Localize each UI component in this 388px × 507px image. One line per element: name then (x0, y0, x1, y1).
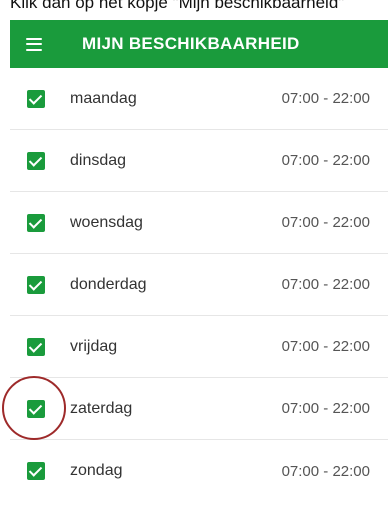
availability-list: maandag 07:00 - 22:00 dinsdag 07:00 - 22… (10, 68, 388, 502)
time-range[interactable]: 07:00 - 22:00 (282, 214, 370, 231)
time-from: 07:00 (281, 214, 320, 231)
day-label: woensdag (70, 213, 143, 231)
checkbox-checked-icon[interactable] (27, 275, 45, 294)
checkbox-checked-icon[interactable] (27, 151, 45, 170)
availability-row-zondag: zondag 07:00 - 22:00 (10, 440, 388, 502)
time-to: 22:00 (332, 462, 370, 480)
time-range[interactable]: 07:00 - 22:00 (282, 90, 370, 107)
availability-row-donderdag: donderdag 07:00 - 22:00 (10, 254, 388, 316)
app-bar: MIJN BESCHIKBAARHEID (10, 20, 388, 68)
time-separator: - (323, 400, 329, 417)
time-separator: - (323, 152, 329, 169)
hamburger-menu-icon[interactable] (26, 37, 42, 51)
time-separator: - (323, 462, 329, 480)
time-from: 07:00 (281, 90, 320, 107)
availability-row-dinsdag: dinsdag 07:00 - 22:00 (10, 130, 388, 192)
time-from: 07:00 (281, 152, 320, 169)
time-to: 22:00 (332, 338, 370, 355)
time-from: 07:00 (281, 400, 320, 417)
availability-row-maandag: maandag 07:00 - 22:00 (10, 68, 388, 130)
time-to: 22:00 (332, 90, 370, 107)
time-range[interactable]: 07:00 - 22:00 (282, 152, 370, 169)
time-to: 22:00 (332, 214, 370, 231)
day-label: zondag (70, 462, 123, 479)
time-from: 07:00 (281, 276, 320, 293)
checkbox-checked-icon[interactable] (27, 89, 45, 108)
checkbox-checked-icon[interactable] (27, 462, 45, 480)
day-label: zaterdag (70, 399, 133, 417)
time-range[interactable]: 07:00 - 22:00 (282, 400, 370, 417)
day-label: maandag (70, 89, 137, 107)
availability-row-vrijdag: vrijdag 07:00 - 22:00 (10, 316, 388, 378)
time-to: 22:00 (332, 400, 370, 417)
time-range[interactable]: 07:00 - 22:00 (282, 338, 370, 355)
availability-row-zaterdag: zaterdag 07:00 - 22:00 (10, 378, 388, 440)
time-separator: - (323, 338, 329, 355)
time-from: 07:00 (281, 338, 320, 355)
instruction-caption: Klik dan op het kopje "Mijn beschikbaarh… (0, 0, 388, 20)
time-to: 22:00 (332, 152, 370, 169)
day-label: donderdag (70, 275, 147, 293)
page-title: MIJN BESCHIKBAARHEID (82, 34, 300, 53)
checkbox-checked-icon[interactable] (27, 213, 45, 232)
checkbox-checked-icon[interactable] (27, 399, 45, 418)
time-separator: - (323, 90, 329, 107)
time-from: 07:00 (281, 462, 320, 480)
time-range[interactable]: 07:00 - 22:00 (282, 276, 370, 293)
time-separator: - (323, 214, 329, 231)
time-to: 22:00 (332, 276, 370, 293)
day-label: dinsdag (70, 151, 127, 169)
checkbox-checked-icon[interactable] (27, 337, 45, 356)
day-label: vrijdag (70, 337, 118, 355)
availability-row-woensdag: woensdag 07:00 - 22:00 (10, 192, 388, 254)
time-range[interactable]: 07:00 - 22:00 (282, 463, 370, 480)
time-separator: - (323, 276, 329, 293)
instruction-text: Klik dan op het kopje "Mijn beschikbaarh… (10, 0, 345, 12)
